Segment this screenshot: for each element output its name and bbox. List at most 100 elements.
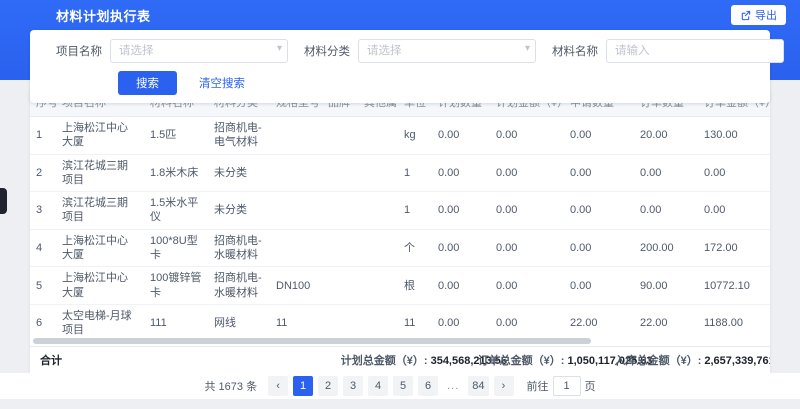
table-cell: kg [398, 117, 432, 155]
table-cell [358, 192, 398, 230]
table-cell: 20.00 [634, 117, 698, 155]
inbound-total: 入库总金额（¥）:2,657,339,761.46 [615, 352, 770, 368]
table-cell: 0.00 [490, 304, 564, 337]
table-cell: 上海松江中心大厦 [56, 229, 144, 267]
table-row[interactable]: 3滨江花城三期项目1.5米水平仪未分类10.000.000.000.000.00 [30, 192, 770, 230]
material-name-label: 材料名称 [552, 43, 598, 59]
page-button[interactable]: 5 [393, 376, 413, 396]
goto-prefix-label: 前往 [527, 378, 549, 394]
table-cell: 0.00 [564, 192, 634, 230]
table-cell: 172.00 [698, 229, 770, 267]
table-cell: 0.00 [432, 117, 490, 155]
table-cell: 0.00 [490, 267, 564, 305]
table-row[interactable]: 6太空电梯-月球项目111网线11110.000.0022.0022.00118… [30, 304, 770, 337]
filter-group-project: 项目名称 ▾ [56, 39, 288, 63]
table-cell: 1.8米木床 [144, 154, 208, 192]
page-button[interactable]: 3 [343, 376, 363, 396]
table-row[interactable]: 5上海松江中心大厦100镀锌管卡招商机电-水暖材料DN100根0.000.000… [30, 267, 770, 305]
table-cell: 招商机电-水暖材料 [208, 229, 270, 267]
inbound-total-value: 2,657,339,761.46 [704, 355, 770, 367]
table-cell [322, 117, 358, 155]
table-cell [322, 154, 358, 192]
material-category-input[interactable] [358, 39, 536, 63]
table-cell: 0.00 [432, 267, 490, 305]
table-cell: 0.00 [564, 267, 634, 305]
record-count: 共 1673 条 [204, 378, 257, 394]
prev-page-button[interactable]: ‹ [268, 376, 288, 396]
table-cell: 3 [30, 192, 56, 230]
filter-group-material: 材料名称 [552, 39, 784, 63]
material-category-select[interactable]: ▾ [358, 39, 536, 63]
table-cell: 个 [398, 229, 432, 267]
collapsed-sidebar-handle[interactable] [0, 188, 7, 214]
table-cell: 5 [30, 267, 56, 305]
table-row[interactable]: 4上海松江中心大厦100*8U型卡招商机电-水暖材料个0.000.000.002… [30, 229, 770, 267]
table-cell: 上海松江中心大厦 [56, 267, 144, 305]
table-cell: 10772.10 [698, 267, 770, 305]
project-name-label: 项目名称 [56, 43, 102, 59]
filter-row: 项目名称 ▾ 材料分类 ▾ 材料名称 [56, 39, 744, 63]
table-cell: 0.00 [564, 229, 634, 267]
materials-table: 序号项目名称材料名称材料分类规格型号品牌其他属性单位计划数量计划金额（¥）申请数… [30, 88, 770, 337]
table-cell: 0.00 [634, 154, 698, 192]
table-cell: 招商机电-水暖材料 [208, 267, 270, 305]
table-cell: 滨江花城三期项目 [56, 192, 144, 230]
table-cell: 0.00 [698, 154, 770, 192]
titlebar: 材料计划执行表 导出 [0, 0, 800, 30]
table-cell [358, 154, 398, 192]
horizontal-scrollbar-thumb[interactable] [33, 338, 591, 344]
pagination-bar: 共 1673 条 ‹ 123456...84 › 前往 页 [0, 373, 800, 399]
table-cell [358, 229, 398, 267]
project-name-select[interactable]: ▾ [110, 39, 288, 63]
table-cell: 招商机电-电气材料 [208, 117, 270, 155]
table-cell [358, 117, 398, 155]
planned-total-label: 计划总金额（¥）: [341, 355, 428, 367]
table-cell: 4 [30, 229, 56, 267]
page-title: 材料计划执行表 [56, 6, 151, 25]
horizontal-scrollbar[interactable] [30, 337, 770, 346]
clear-search-button[interactable]: 清空搜索 [199, 75, 245, 91]
table-cell: 0.00 [698, 192, 770, 230]
total-label: 合计 [30, 352, 62, 368]
material-name-input[interactable] [606, 39, 784, 63]
search-button[interactable]: 搜索 [118, 71, 177, 95]
table-cell: 0.00 [564, 117, 634, 155]
table-cell: 网线 [208, 304, 270, 337]
goto-page-input[interactable] [553, 376, 581, 396]
next-page-button[interactable]: › [494, 376, 514, 396]
app-root: 材料计划执行表 导出 项目名称 ▾ [0, 0, 800, 409]
table-cell: 未分类 [208, 154, 270, 192]
table-cell: 2 [30, 154, 56, 192]
table-cell [270, 229, 322, 267]
table-cell: 200.00 [634, 229, 698, 267]
table-cell [322, 229, 358, 267]
table-cell [322, 304, 358, 337]
table-card: 序号项目名称材料名称材料分类规格型号品牌其他属性单位计划数量计划金额（¥）申请数… [30, 88, 770, 373]
table-body: 1上海松江中心大厦1.5匹招商机电-电气材料kg0.000.000.0020.0… [30, 117, 770, 338]
pagination-pages: 123456...84 [293, 376, 488, 396]
page-ellipsis[interactable]: ... [443, 376, 463, 396]
export-icon [740, 10, 751, 21]
table-cell: 6 [30, 304, 56, 337]
table-cell: 1 [30, 117, 56, 155]
goto-suffix-label: 页 [585, 378, 596, 394]
table-cell [322, 267, 358, 305]
page-button[interactable]: 1 [293, 376, 313, 396]
order-total-label: 订单总金额（¥）: [478, 355, 565, 367]
table-row[interactable]: 2滨江花城三期项目1.8米木床未分类10.000.000.000.000.00 [30, 154, 770, 192]
page-button[interactable]: 2 [318, 376, 338, 396]
inbound-total-label: 入库总金额（¥）: [615, 355, 702, 367]
table-cell: 11 [270, 304, 322, 337]
page-button[interactable]: 4 [368, 376, 388, 396]
page-button[interactable]: 6 [418, 376, 438, 396]
page-button[interactable]: 84 [468, 376, 488, 396]
table-cell: 90.00 [634, 267, 698, 305]
project-name-input[interactable] [110, 39, 288, 63]
table-cell: 1.5米水平仪 [144, 192, 208, 230]
table-cell [270, 154, 322, 192]
table-row[interactable]: 1上海松江中心大厦1.5匹招商机电-电气材料kg0.000.000.0020.0… [30, 117, 770, 155]
export-button[interactable]: 导出 [731, 5, 786, 25]
table-cell: 0.00 [432, 304, 490, 337]
material-name-field[interactable] [606, 39, 784, 63]
table-cell: 1.5匹 [144, 117, 208, 155]
